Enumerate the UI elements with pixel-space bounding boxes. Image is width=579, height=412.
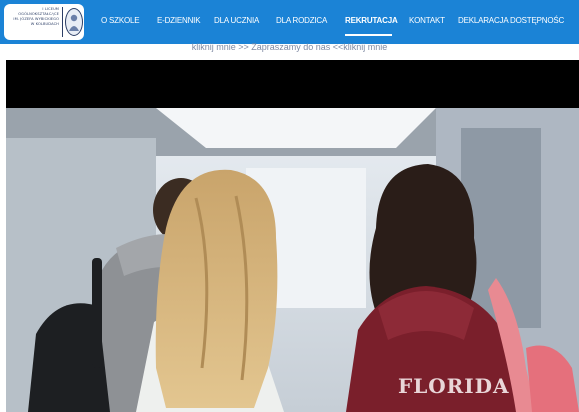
logo-line: W KOLBUDACH	[30, 22, 59, 26]
top-navbar: I LICEUM OGÓLNOKSZTAŁCĄCE IM. JÓZEFA WYB…	[0, 0, 579, 44]
hero-photo-illustration: FLORIDA	[6, 108, 579, 412]
nav-item-dla-rodzica[interactable]: DLA RODZICA	[276, 16, 327, 26]
backpack-strap	[92, 258, 102, 368]
active-nav-underline	[345, 34, 392, 36]
nav-item-rekrutacja[interactable]: REKRUTACJA	[345, 16, 398, 26]
nav-item-kontakt[interactable]: KONTAKT	[409, 16, 445, 26]
middle-student-hair	[155, 169, 278, 408]
school-emblem-icon	[65, 8, 83, 36]
hoodie-print: FLORIDA	[398, 374, 510, 398]
nav-item-e-dziennik[interactable]: E-DZIENNIK	[157, 16, 201, 26]
school-logo-text: I LICEUM OGÓLNOKSZTAŁCĄCE IM. JÓZEFA WYB…	[7, 7, 59, 27]
nav-item-dla-ucznia[interactable]: DLA UCZNIA	[214, 16, 259, 26]
video-letterbox-band	[6, 60, 579, 108]
hero-photo-students-in-corridor: FLORIDA	[6, 108, 579, 412]
ticker-marquee[interactable]: kliknij mnie >> Zapraszamy do nas <<klik…	[0, 41, 579, 56]
school-logo[interactable]: I LICEUM OGÓLNOKSZTAŁCĄCE IM. JÓZEFA WYB…	[4, 4, 84, 40]
nav-item-deklaracja-dostepnosci[interactable]: DEKLARACJA DOSTĘPNOŚC	[458, 16, 564, 26]
logo-divider	[62, 7, 63, 37]
nav-item-o-szkole[interactable]: O SZKOLE	[101, 16, 140, 26]
